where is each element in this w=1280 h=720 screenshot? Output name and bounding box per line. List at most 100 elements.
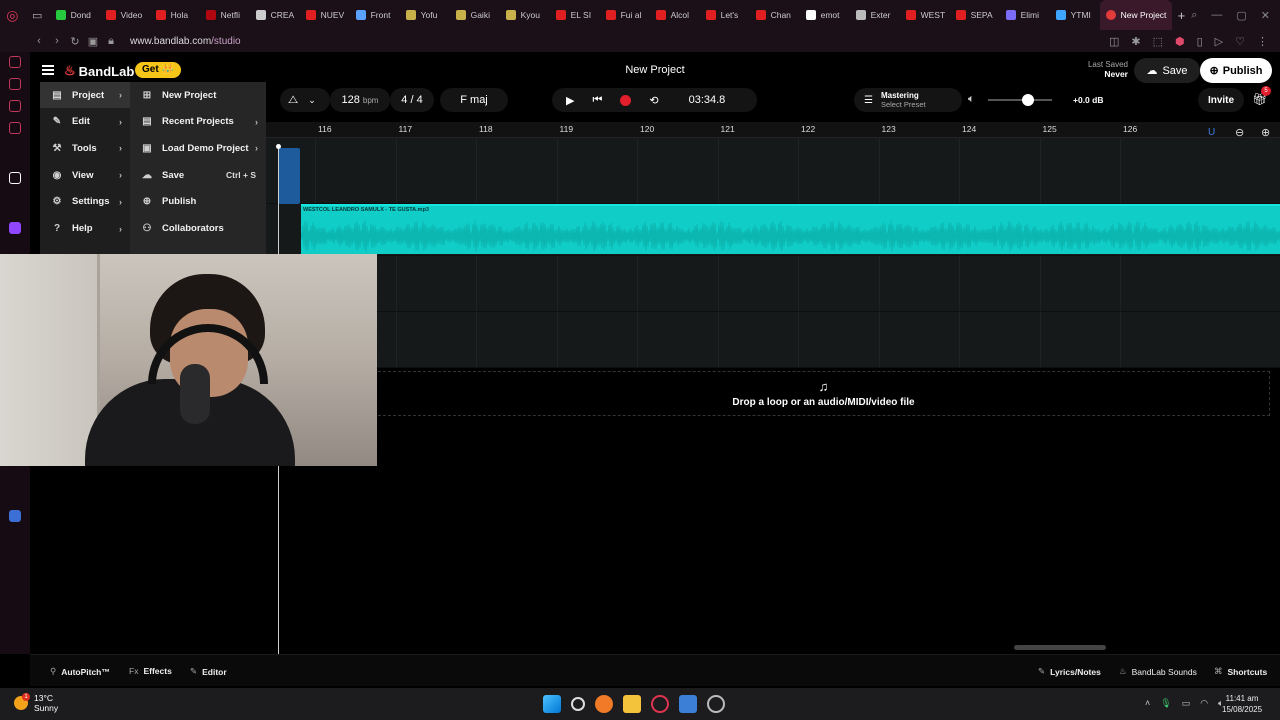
minimize-icon[interactable]: — [1211, 9, 1222, 22]
browser-tab[interactable]: YTMI [1050, 0, 1100, 30]
time-signature-field[interactable]: 4 / 4 [390, 88, 434, 112]
sidebar-app-icon[interactable] [9, 78, 21, 90]
menu-item-project[interactable]: ▤ Project › [40, 82, 130, 108]
heart-icon[interactable]: ♡ [1235, 35, 1245, 48]
project-title[interactable]: New Project [590, 64, 720, 76]
weather-widget[interactable]: 1 13°C Sunny [14, 693, 58, 713]
url-field[interactable]: www.bandlab.com/studio [130, 36, 241, 47]
browser-tab[interactable]: Alcol [650, 0, 700, 30]
browser-tab[interactable]: WEST [900, 0, 950, 30]
menu-item-help[interactable]: ? Help › [40, 216, 130, 242]
volume-knob[interactable] [1021, 94, 1034, 106]
close-window-icon[interactable]: ✕ [1261, 9, 1270, 22]
submenu-item-recent-projects[interactable]: ▤ Recent Projects › [130, 109, 266, 135]
editor-button[interactable]: ✎ Editor [190, 666, 227, 677]
windows-start-icon[interactable] [543, 695, 561, 713]
browser-tab[interactable]: Yofu [400, 0, 450, 30]
capture-icon[interactable]: ⬚ [1153, 35, 1163, 48]
menu-item-settings[interactable]: ⚙ Settings › [40, 189, 130, 215]
lyrics-notes-button[interactable]: ✎ Lyrics/Notes [1038, 666, 1101, 677]
snap-magnet-icon[interactable]: U [1208, 127, 1215, 138]
browser-tab[interactable]: EL SI [550, 0, 600, 30]
browser-tab[interactable]: Video [100, 0, 150, 30]
browser-tab[interactable]: Gaiki [450, 0, 500, 30]
audio-clip[interactable] [278, 148, 300, 204]
browser-tab[interactable]: Exter [850, 0, 900, 30]
publish-button[interactable]: ⊕ Publish [1200, 58, 1272, 83]
maximize-icon[interactable]: ▢ [1236, 9, 1246, 22]
microphone-icon[interactable]: 🎙︎ [1160, 698, 1171, 709]
invite-button[interactable]: Invite [1198, 88, 1244, 112]
clock[interactable]: 11:41 am 15/08/2025 [1222, 693, 1262, 715]
save-button[interactable]: ☁ Save [1134, 58, 1200, 83]
file-explorer-icon[interactable] [623, 695, 641, 713]
submenu-item-collaborators[interactable]: ⚇ Collaborators [130, 216, 266, 242]
track-lane[interactable] [266, 256, 1280, 312]
sidebar-toggle-icon[interactable]: ◫ [1109, 35, 1119, 48]
wifi-icon[interactable]: ◠ [1200, 698, 1208, 709]
forward-icon[interactable]: › [48, 35, 66, 47]
sidebar-app-icon[interactable] [9, 122, 21, 134]
browser-tab[interactable]: Fui al [600, 0, 650, 30]
pin-icon[interactable]: ✱ [1131, 35, 1140, 48]
search-tabs-icon[interactable]: ⌕ [1191, 9, 1197, 22]
opera-gx-icon[interactable] [651, 695, 669, 713]
volume-slider[interactable] [988, 99, 1052, 101]
browser-tab[interactable]: SEPA [950, 0, 1000, 30]
browser-tab[interactable]: Elimi [1000, 0, 1050, 30]
loop-icon[interactable]: ⟲ [649, 94, 658, 107]
browser-tab[interactable]: emot [800, 0, 850, 30]
browser-tab[interactable]: Hola [150, 0, 200, 30]
submenu-item-publish[interactable]: ⊕ Publish [130, 189, 266, 215]
browser-tab[interactable]: Chan [750, 0, 800, 30]
browser-tab[interactable]: Let's [700, 0, 750, 30]
more-icon[interactable]: ⋮ [1257, 35, 1268, 48]
search-icon[interactable] [571, 697, 585, 711]
horizontal-scrollbar[interactable] [1014, 645, 1106, 650]
new-tab-icon[interactable]: + [1172, 8, 1192, 23]
record-icon[interactable] [620, 94, 632, 106]
store-icon[interactable] [679, 695, 697, 713]
key-field[interactable]: F maj [440, 88, 508, 112]
bandlab-sounds-button[interactable]: ♨ BandLab Sounds [1119, 666, 1197, 677]
tempo-field[interactable]: 128 bpm [330, 88, 390, 112]
get-membership-button[interactable]: Get 👑 [135, 62, 181, 78]
browser-logo-icon[interactable]: ◎ [0, 0, 25, 30]
bookmark-icon[interactable]: ▯ [1197, 35, 1203, 48]
device-icon[interactable]: ▭ [1182, 698, 1191, 709]
tab-new-project[interactable]: New Project [1099, 0, 1172, 30]
effects-button[interactable]: Fx Effects [129, 666, 172, 676]
submenu-item-new-project[interactable]: ⊞ New Project [130, 82, 266, 108]
skip-back-icon[interactable]: ⏮︎ [592, 94, 602, 107]
tracks-area[interactable]: WESTCOL LEANDRO SAMULX - TE GUSTA.mp3 [266, 138, 1280, 368]
browser-tab[interactable]: Netfli [200, 0, 250, 30]
menu-item-edit[interactable]: ✎ Edit › [40, 109, 130, 135]
timeline-ruler[interactable]: 116 117 118 119 120 121 122 123 124 125 126 [266, 122, 1280, 138]
shield-icon[interactable]: ⬢ [1175, 35, 1185, 48]
twitch-icon[interactable] [9, 222, 21, 234]
track-lane[interactable] [266, 312, 1280, 368]
track-lane[interactable] [266, 138, 1280, 204]
submenu-item-load-demo-project[interactable]: ▣ Load Demo Project › [130, 135, 266, 161]
autopitch-button[interactable]: ⚲ AutoPitch™ [50, 666, 110, 677]
play-icon[interactable]: ▶ [566, 94, 574, 107]
browser-tab[interactable]: NUEV [300, 0, 350, 30]
mastering-button[interactable]: ☰ Mastering Select Preset [854, 88, 962, 112]
bandlab-logo[interactable]: ♨ BandLab [64, 63, 134, 79]
reload-icon[interactable]: ↻ [66, 35, 84, 48]
speaker-icon[interactable]: 🔈︎ [968, 93, 975, 106]
tab-overview-icon[interactable]: ▭ [25, 0, 50, 30]
menu-icon[interactable] [42, 65, 54, 75]
menu-item-view[interactable]: ◉ View › [40, 162, 130, 188]
drop-zone[interactable]: ♫ Drop a loop or an audio/MIDI/video fil… [378, 371, 1270, 416]
app-icon[interactable] [707, 695, 725, 713]
gift-icon[interactable]: 🎁︎ 5 [1252, 86, 1271, 106]
back-icon[interactable]: ‹ [30, 35, 48, 47]
browser-tab[interactable]: Front [350, 0, 400, 30]
chevron-up-icon[interactable]: ˄ [1145, 698, 1150, 709]
submenu-item-save[interactable]: ☁ Save Ctrl + S [130, 162, 266, 188]
browser-tab[interactable]: Dond [50, 0, 100, 30]
sidebar-app-icon[interactable] [9, 56, 21, 68]
browser-tab[interactable]: CREA [250, 0, 300, 30]
screenshot-icon[interactable]: ▣ [84, 35, 102, 48]
